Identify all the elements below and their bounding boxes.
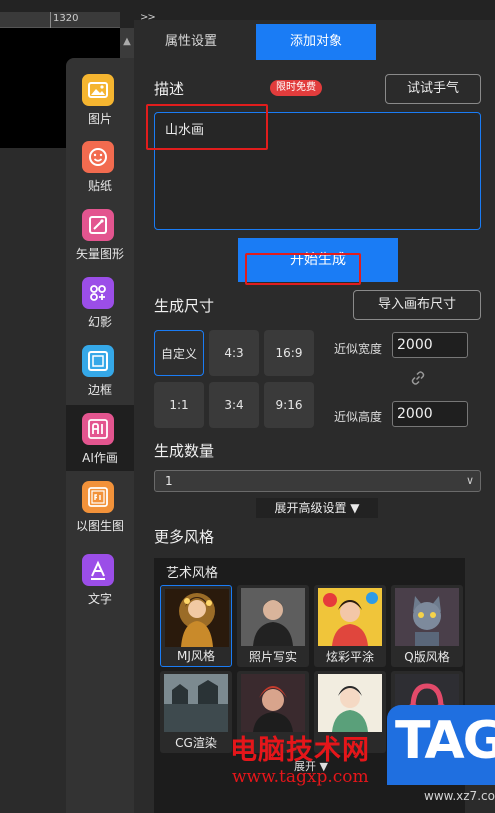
tool-label: 贴纸 xyxy=(87,179,112,193)
tool-text[interactable]: 文字 xyxy=(66,546,134,612)
style-card-colorful-flat[interactable]: 炫彩平涂 xyxy=(314,585,386,667)
size-label: 生成尺寸 xyxy=(154,297,215,315)
watermark-url: www.tagxp.com xyxy=(232,767,369,787)
tool-label: AI作画 xyxy=(82,451,118,465)
tool-label: 幻影 xyxy=(87,315,112,329)
ratio-custom[interactable]: 自定义 xyxy=(154,330,204,376)
style-thumbnail xyxy=(318,588,382,646)
tool-sticker[interactable]: 贴纸 xyxy=(66,133,134,199)
width-input[interactable]: 2000 xyxy=(392,332,468,358)
text-icon xyxy=(82,554,114,586)
tool-image-to-image[interactable]: 以图生图 xyxy=(66,473,134,539)
watermark-title: 电脑技术网 xyxy=(230,735,370,766)
style-group-title: 艺术风格 xyxy=(166,566,219,581)
style-card-q-version[interactable]: Q版风格 xyxy=(391,585,463,667)
style-label: MJ风格 xyxy=(177,649,215,663)
style-label: 炫彩平涂 xyxy=(325,650,374,664)
style-thumbnail xyxy=(241,674,305,732)
height-label: 近似高度 xyxy=(334,410,383,424)
style-card-mj[interactable]: MJ风格 xyxy=(160,585,232,667)
image-to-image-icon xyxy=(82,481,114,513)
tool-phantom[interactable]: 幻影 xyxy=(66,269,134,335)
style-card-photo[interactable]: 照片写实 xyxy=(237,585,309,667)
style-card-cg[interactable]: CG渲染 xyxy=(160,671,232,753)
count-value: 1 xyxy=(165,474,173,488)
tool-label: 文字 xyxy=(87,592,112,606)
link-icon[interactable] xyxy=(410,370,426,386)
style-thumbnail xyxy=(165,589,229,647)
expand-advanced-settings-button[interactable]: 展开高级设置 ▼ xyxy=(256,498,378,518)
ai-paint-icon xyxy=(82,413,114,445)
horizontal-ruler: 1320 xyxy=(0,12,120,28)
watermark-logo-text: TAG xyxy=(395,711,495,771)
phantom-icon xyxy=(82,277,114,309)
sticker-icon xyxy=(82,141,114,173)
ratio-16-9[interactable]: 16:9 xyxy=(264,330,314,376)
tab-add-object[interactable]: 添加对象 xyxy=(256,24,376,60)
tool-image[interactable]: 图片 xyxy=(66,66,134,132)
scroll-up-button[interactable]: ▲ xyxy=(120,28,134,58)
style-thumbnail xyxy=(395,588,459,646)
more-styles-label: 更多风格 xyxy=(154,528,215,546)
ratio-3-4[interactable]: 3:4 xyxy=(209,382,259,428)
ratio-1-1[interactable]: 1:1 xyxy=(154,382,204,428)
count-label: 生成数量 xyxy=(154,442,215,460)
try-luck-button[interactable]: 试试手气 xyxy=(385,74,481,104)
tool-label: 矢量图形 xyxy=(75,247,124,261)
free-badge: 限时免费 xyxy=(270,80,322,96)
ruler-tick xyxy=(50,12,51,28)
properties-panel: 属性设置 添加对象 描述 限时免费 试试手气 山水画 开始生成 生成尺寸 导入画… xyxy=(134,20,495,813)
import-canvas-size-button[interactable]: 导入画布尺寸 xyxy=(353,290,481,320)
frame-icon xyxy=(82,345,114,377)
count-select[interactable]: 1 ∨ xyxy=(154,470,481,492)
tool-frame[interactable]: 边框 xyxy=(66,337,134,403)
tool-label: 边框 xyxy=(87,383,112,397)
ratio-9-16[interactable]: 9:16 xyxy=(264,382,314,428)
width-label: 近似宽度 xyxy=(334,342,383,356)
style-thumbnail xyxy=(241,588,305,646)
highlight-box-description xyxy=(146,104,268,150)
style-thumbnail xyxy=(164,674,228,732)
style-thumbnail xyxy=(318,674,382,732)
tool-vector-shape[interactable]: 矢量图形 xyxy=(66,201,134,267)
style-label: 照片写实 xyxy=(248,650,297,664)
tool-label: 图片 xyxy=(87,112,112,126)
tool-label: 以图生图 xyxy=(75,519,124,533)
ruler-value: 1320 xyxy=(53,13,79,24)
tab-attribute-settings[interactable]: 属性设置 xyxy=(156,24,226,60)
describe-label: 描述 xyxy=(154,80,185,98)
highlight-box-generate xyxy=(245,253,361,285)
style-label: CG渲染 xyxy=(175,736,217,750)
watermark-logo: TAG xyxy=(387,705,495,785)
watermark-url-secondary: www.xz7.com xyxy=(424,789,495,803)
style-label: Q版风格 xyxy=(404,650,450,664)
image-icon xyxy=(82,74,114,106)
object-toolbar: 图片 贴纸 矢量图形 幻影 边框 AI作画 以图生图 文字 xyxy=(66,58,134,813)
chevron-down-icon: ∨ xyxy=(465,474,474,487)
tool-ai-paint[interactable]: AI作画 xyxy=(66,405,134,471)
vector-shape-icon xyxy=(82,209,114,241)
height-input[interactable]: 2000 xyxy=(392,401,468,427)
ratio-4-3[interactable]: 4:3 xyxy=(209,330,259,376)
